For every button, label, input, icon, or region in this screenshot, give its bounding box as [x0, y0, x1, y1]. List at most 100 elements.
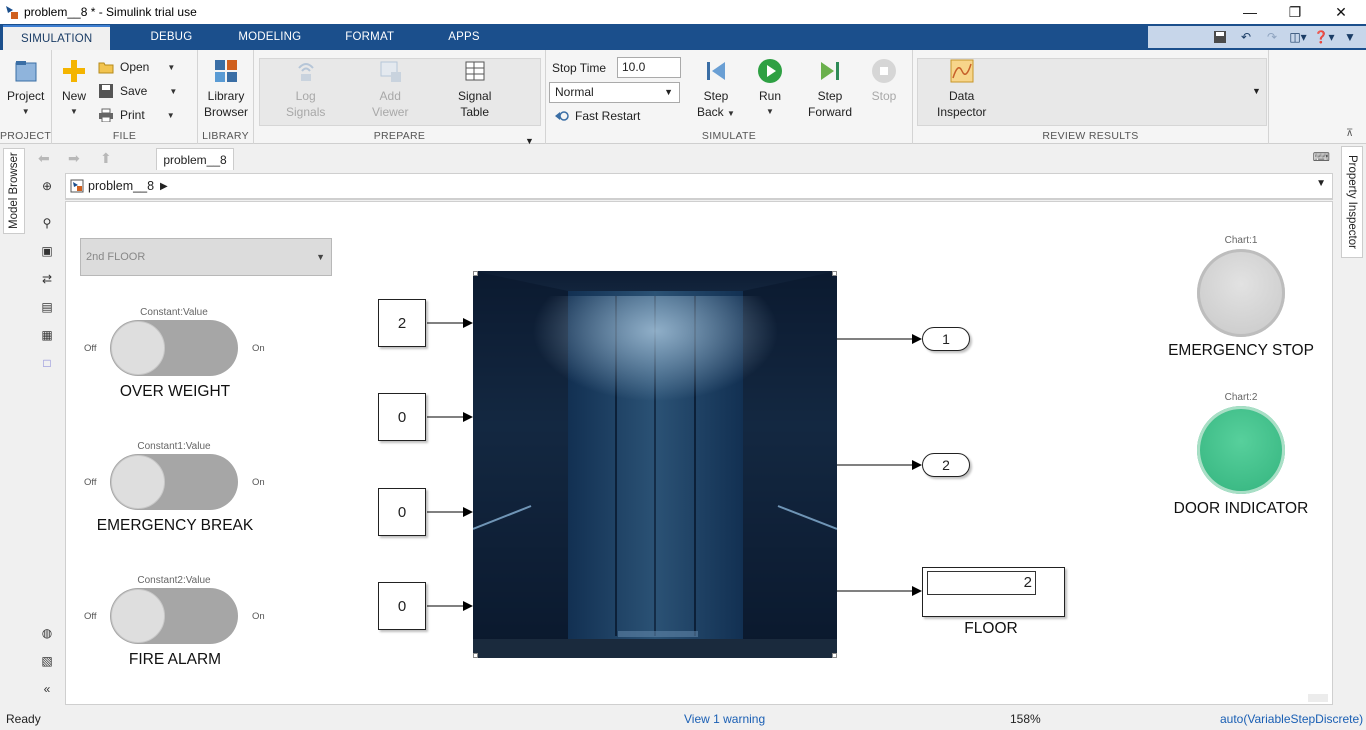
new-label: New [61, 89, 86, 103]
constant-block[interactable]: 0 [378, 582, 426, 630]
tab-format[interactable]: FORMAT [331, 24, 434, 50]
switch-windows-icon[interactable]: ◫▾ [1288, 28, 1308, 46]
emergency-break-on-label: On [252, 477, 265, 488]
project-group-label: PROJECT [0, 130, 52, 142]
help-icon[interactable]: ❓▾ [1314, 28, 1335, 46]
library-browser-button[interactable]: Library Browser [204, 58, 248, 120]
elevator-subsystem-block[interactable] [473, 271, 837, 658]
constant-block[interactable]: 0 [378, 393, 426, 441]
constant-block[interactable]: 0 [378, 488, 426, 536]
redo-icon[interactable]: ↷ [1262, 28, 1282, 46]
hide-show-explorer-icon[interactable]: ⊕ [38, 177, 56, 195]
maximize-button[interactable]: ❐ [1272, 0, 1318, 24]
up-arrow-icon[interactable]: ⬆ [100, 150, 112, 167]
breadcrumb-model-name[interactable]: problem__8 [88, 179, 154, 193]
emergency-stop-lamp-caption: Chart:1 [1224, 235, 1258, 246]
fast-restart-toggle[interactable]: Fast Restart [553, 109, 640, 123]
expand-toolstrip-icon[interactable]: ▼ [1340, 28, 1360, 46]
signal-label-1: Signal [458, 89, 492, 103]
over-weight-label: OVER WEIGHT [119, 383, 231, 400]
review-results-group-label: REVIEW RESULTS [1042, 130, 1139, 142]
area-icon[interactable]: □ [38, 354, 56, 372]
add-viewer-button[interactable]: Add Viewer [372, 58, 408, 120]
fire-alarm-label: FIRE ALARM [128, 651, 222, 668]
print-button[interactable]: Print ▼ [98, 108, 175, 122]
library-label-2: Browser [204, 105, 249, 119]
annotation-icon[interactable]: ▤ [38, 298, 56, 316]
project-button[interactable]: Project ▼ [7, 58, 44, 120]
window-title: problem__8 * - Simulink trial use [24, 5, 197, 19]
save-button[interactable]: Save ▼ [98, 84, 177, 98]
step-back-button[interactable]: Step Back ▼ [697, 58, 735, 122]
tab-apps[interactable]: APPS [434, 24, 493, 50]
resize-handle[interactable] [473, 271, 478, 276]
forward-arrow-icon[interactable]: ➡ [68, 150, 80, 167]
model-document-tab[interactable]: problem__8 [156, 148, 234, 170]
switch-knob[interactable] [111, 455, 165, 509]
breadcrumb-dropdown-icon[interactable]: ▼ [1316, 178, 1326, 189]
report-icon[interactable]: ▧ [38, 652, 56, 670]
door-indicator-lamp[interactable] [1197, 406, 1285, 494]
stop-button[interactable]: Stop [871, 58, 897, 104]
fit-to-view-icon[interactable]: ▣ [38, 242, 56, 260]
emergency-break-switch[interactable] [110, 454, 238, 510]
collapse-toolstrip-icon[interactable]: ⊼ [1346, 128, 1353, 139]
model-canvas[interactable]: 2nd FLOOR ▼ Constant:Value Off On OVER W… [65, 201, 1333, 705]
zoom-icon[interactable]: ⚲ [38, 214, 56, 232]
collapse-palette-icon[interactable]: « [38, 680, 56, 698]
minimize-button[interactable]: — [1227, 0, 1273, 24]
save-icon [99, 84, 113, 98]
run-button[interactable]: Run ▼ [757, 58, 783, 120]
log-signals-button[interactable]: Log Signals [286, 58, 325, 120]
floor-dropdown-block[interactable]: 2nd FLOOR ▼ [80, 238, 332, 276]
arrange-icon[interactable]: ⇄ [38, 270, 56, 288]
fire-alarm-switch[interactable] [110, 588, 238, 644]
review-more-icon[interactable]: ▼ [1252, 86, 1261, 96]
chevron-down-icon: ▼ [167, 62, 176, 72]
open-button[interactable]: Open ▼ [98, 60, 175, 74]
keyboard-icon[interactable]: ⌨ [1313, 150, 1330, 164]
over-weight-off-label: Off [84, 343, 97, 354]
switch-knob[interactable] [111, 589, 165, 643]
back-arrow-icon[interactable]: ⬅ [38, 150, 50, 167]
resize-handle[interactable] [473, 653, 478, 658]
image-icon[interactable]: ▦ [38, 326, 56, 344]
fire-alarm-off-label: Off [84, 611, 97, 622]
undo-icon[interactable]: ↶ [1236, 28, 1256, 46]
property-inspector-tab[interactable]: Property Inspector [1341, 146, 1363, 258]
resize-handle[interactable] [832, 271, 837, 276]
file-group: New ▼ Open ▼ Save ▼ Print ▼ FILE [52, 50, 198, 144]
outport-block[interactable]: 1 [922, 327, 970, 351]
resize-handle[interactable] [832, 653, 837, 658]
constant-block[interactable]: 2 [378, 299, 426, 347]
tab-debug[interactable]: DEBUG [110, 24, 224, 50]
status-solver-link[interactable]: auto(VariableStepDiscrete) [1220, 712, 1363, 726]
stop-time-input[interactable]: 10.0 [617, 57, 681, 78]
outport-block[interactable]: 2 [922, 453, 970, 477]
new-button[interactable]: New ▼ [61, 58, 87, 120]
simulation-mode-select[interactable]: Normal ▼ [549, 82, 680, 103]
save-icon[interactable] [1210, 28, 1230, 46]
tab-simulation[interactable]: SIMULATION [3, 25, 111, 50]
floor-display-block[interactable]: 2 [922, 567, 1065, 617]
over-weight-switch[interactable] [110, 320, 238, 376]
data-inspector-button[interactable]: Data Inspector [937, 58, 986, 120]
signal-label-2: Table [460, 105, 490, 119]
step-forward-button[interactable]: Step Forward [808, 58, 852, 120]
breadcrumb-arrow-icon[interactable]: ▶ [160, 181, 168, 192]
library-label-1: Library [207, 89, 245, 103]
status-warning-link[interactable]: View 1 warning [684, 712, 765, 726]
signal-table-button[interactable]: Signal Table [458, 58, 491, 120]
status-ready: Ready [6, 712, 41, 726]
close-button[interactable]: ✕ [1318, 0, 1364, 24]
step-back-label-1: Step [703, 89, 729, 103]
title-bar: problem__8 * - Simulink trial use [0, 0, 1366, 24]
emergency-stop-lamp[interactable] [1197, 249, 1285, 337]
prepare-more-icon[interactable]: ▼ [525, 136, 534, 146]
tab-modeling[interactable]: MODELING [224, 24, 331, 50]
scroll-corner[interactable] [1308, 694, 1328, 702]
model-browser-tab[interactable]: Model Browser [3, 148, 25, 234]
camera-icon[interactable]: ◍ [38, 624, 56, 642]
data-inspector-icon [950, 59, 974, 83]
switch-knob[interactable] [111, 321, 165, 375]
